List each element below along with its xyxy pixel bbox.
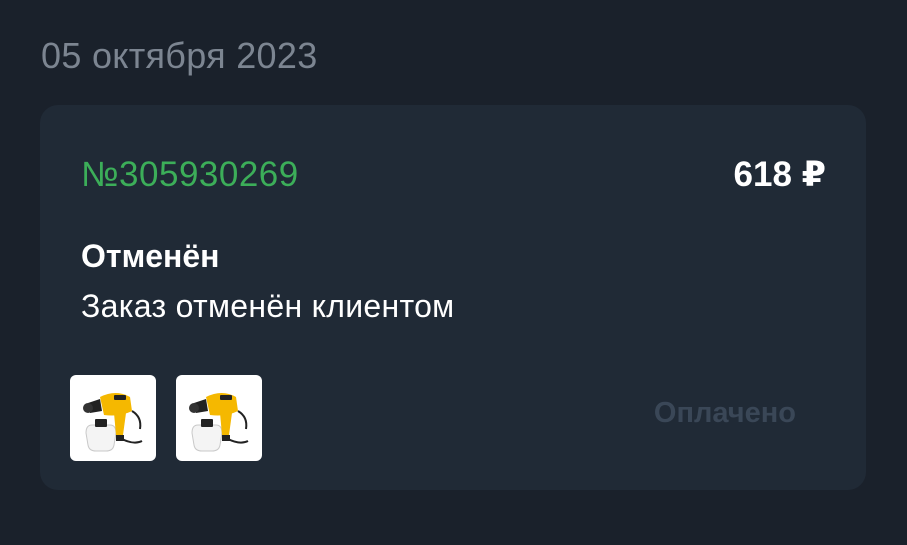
order-status-description: Заказ отменён клиентом xyxy=(81,288,455,324)
order-number: №305930269 xyxy=(81,155,299,194)
order-status-title: Отменён xyxy=(81,238,220,274)
order-card[interactable]: №305930269 618 ₽ Отменён Заказ отменён к… xyxy=(40,105,866,490)
order-price: 618 ₽ xyxy=(733,155,826,194)
date-header: 05 октября 2023 xyxy=(41,35,318,76)
paint-sprayer-icon xyxy=(83,393,143,452)
product-thumbnail[interactable] xyxy=(70,375,156,461)
paint-sprayer-icon xyxy=(189,393,249,452)
payment-status: Оплачено xyxy=(653,397,796,429)
product-thumbnail[interactable] xyxy=(176,375,262,461)
product-thumbnails xyxy=(70,375,262,461)
